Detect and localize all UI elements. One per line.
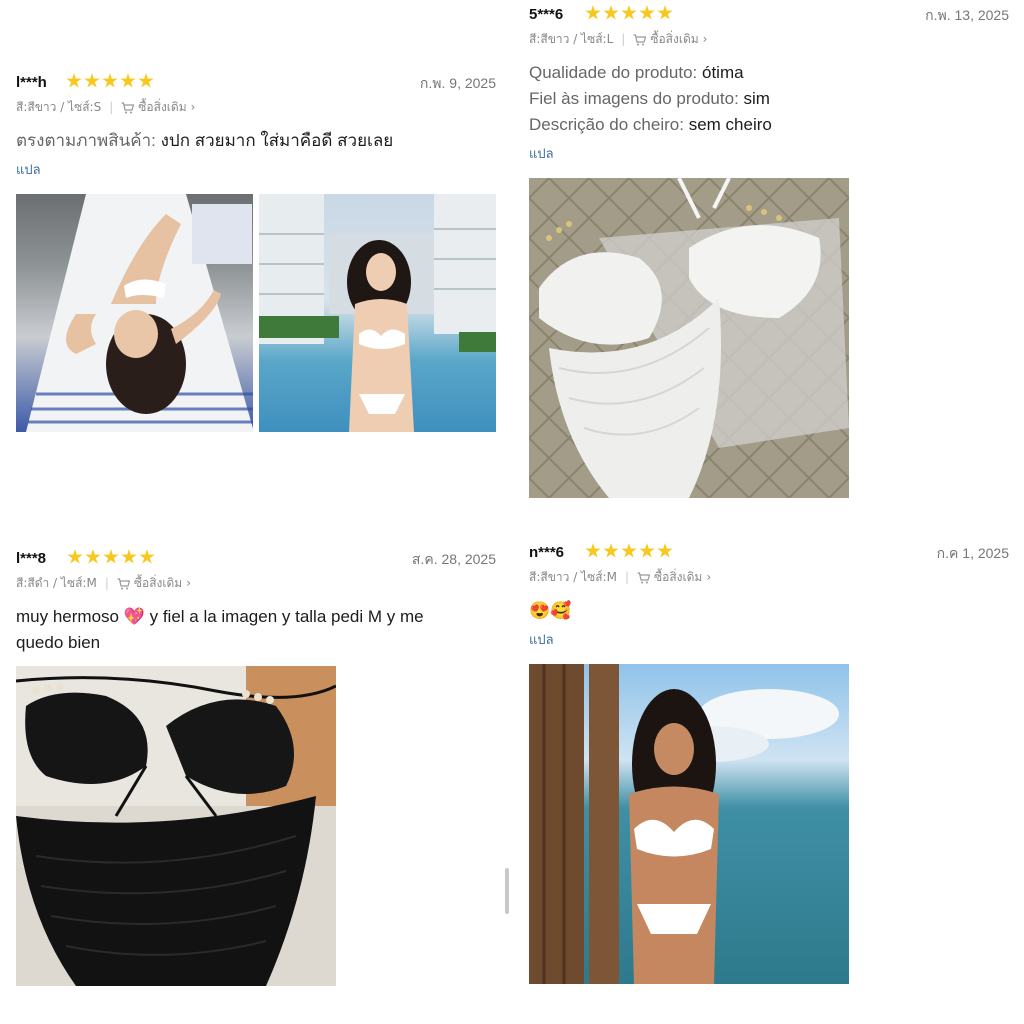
star-icon: [603, 5, 619, 20]
variant-info: สี:สีดำ / ไซส์:M | ซื้อสิ่งเดิม ›: [16, 574, 192, 592]
review-card: n***6 ก.ค 1, 2025 สี:สีขาว / ไซส์:M | ซื…: [529, 542, 1009, 984]
chevron-right-icon: ›: [190, 100, 196, 114]
star-icon: [103, 549, 119, 564]
review-line: Descrição do cheiro: sem cheiro: [529, 115, 772, 134]
reviewer-name: n***6: [529, 544, 565, 561]
divider: |: [624, 570, 629, 584]
review-photo[interactable]: [16, 194, 253, 432]
rating-stars: [585, 543, 673, 559]
buy-again-link[interactable]: ซื้อสิ่งเดิม ›: [117, 574, 191, 592]
divider: |: [621, 32, 626, 46]
review-photo[interactable]: [16, 666, 336, 986]
cart-icon: [633, 34, 647, 46]
variant-size: ไซส์:L: [581, 32, 614, 46]
translate-link[interactable]: แปล: [16, 162, 496, 180]
review-line: Qualidade do produto: ótima: [529, 63, 744, 82]
rating-stars: [66, 73, 154, 89]
star-icon: [66, 73, 82, 88]
buy-again-link[interactable]: ซื้อสิ่งเดิม ›: [633, 30, 707, 48]
review-photos: [529, 178, 1009, 498]
star-icon: [639, 543, 655, 558]
variant-info: สี:สีขาว / ไซส์:L | ซื้อสิ่งเดิม ›: [529, 30, 708, 48]
review-text: muy hermoso 💖 y fiel a la imagen y talla…: [16, 604, 496, 656]
variant-color: สี:สีขาว: [529, 32, 570, 46]
variant-size: ไซส์:M: [581, 570, 617, 584]
photo-sunbed-pool: [26, 194, 253, 432]
review-line: Fiel às imagens do produto: sim: [529, 89, 770, 108]
review-card: l***h ก.พ. 9, 2025 สี:สีขาว / ไซส์:S | ซ…: [16, 72, 496, 432]
review-photo[interactable]: [529, 664, 849, 984]
cart-icon: [117, 578, 130, 590]
divider: |: [104, 576, 109, 590]
variant-size: ไซส์:M: [60, 576, 97, 590]
reviewer-name: l***8: [16, 550, 47, 567]
divider: |: [109, 100, 114, 114]
cart-icon: [121, 102, 135, 114]
cart-icon: [637, 572, 650, 584]
review-photo[interactable]: [259, 194, 496, 432]
star-icon: [102, 73, 118, 88]
star-icon: [585, 5, 601, 20]
buy-again-link[interactable]: ซื้อสิ่งเดิม ›: [121, 98, 195, 116]
variant-color: สี:สีดำ: [16, 576, 50, 590]
review-date: ก.พ. 9, 2025: [419, 75, 496, 91]
review-text: ตรงตามภาพสินค้า: งปก สวยมาก ใส่มาคือดี ส…: [16, 128, 496, 154]
reviewer-name: l***h: [16, 74, 47, 91]
reviewer-name: 5***6: [529, 6, 564, 23]
rating-stars: [67, 549, 155, 565]
star-icon: [85, 549, 101, 564]
buy-again-label: ซื้อสิ่งเดิม: [650, 32, 699, 46]
star-icon: [84, 73, 100, 88]
review-photos: [16, 194, 496, 432]
star-icon: [603, 543, 619, 558]
review-card: 5***6 ก.พ. 13, 2025 สี:สีขาว / ไซส์:L | …: [529, 4, 1009, 498]
review-date: ก.พ. 13, 2025: [925, 7, 1009, 23]
review-photos: [529, 664, 1009, 984]
review-date: ส.ค. 28, 2025: [411, 551, 496, 567]
review-text: 😍🥰: [529, 601, 572, 620]
star-icon: [139, 549, 155, 564]
review-text: Qualidade do produto: ótima Fiel às imag…: [529, 60, 1009, 138]
photo-beach-model: [529, 664, 839, 984]
chevron-right-icon: ›: [186, 576, 192, 590]
star-icon: [639, 5, 655, 20]
star-icon: [67, 549, 83, 564]
buy-again-label: ซื้อสิ่งเดิม: [133, 576, 183, 590]
variant-color: สี:สีขาว: [529, 570, 570, 584]
chevron-right-icon: ›: [702, 32, 708, 46]
star-icon: [657, 543, 673, 558]
review-label: ตรงตามภาพสินค้า:: [16, 131, 156, 150]
scrollbar-thumb[interactable]: [505, 868, 509, 914]
review-photos: [16, 666, 496, 986]
photo-poolside: [259, 194, 496, 432]
review-photo[interactable]: [529, 178, 849, 498]
variant-color: สี:สีขาว: [16, 100, 57, 114]
review-value: งปก สวยมาก ใส่มาคือดี สวยเลย: [160, 131, 394, 150]
review-card: l***8 ส.ค. 28, 2025 สี:สีดำ / ไซส์:M | ซ…: [16, 548, 496, 986]
photo-black-bikini: [16, 666, 336, 986]
star-icon: [621, 543, 637, 558]
buy-again-link[interactable]: ซื้อสิ่งเดิม ›: [637, 568, 711, 586]
photo-white-bikini: [529, 178, 849, 498]
review-line: muy hermoso 💖 y fiel a la imagen y talla…: [16, 607, 424, 626]
variant-info: สี:สีขาว / ไซส์:M | ซื้อสิ่งเดิม ›: [529, 568, 712, 586]
star-icon: [138, 73, 154, 88]
translate-link[interactable]: แปล: [529, 632, 1009, 650]
rating-stars: [585, 5, 673, 21]
variant-info: สี:สีขาว / ไซส์:S | ซื้อสิ่งเดิม ›: [16, 98, 196, 116]
chevron-right-icon: ›: [706, 570, 712, 584]
star-icon: [120, 73, 136, 88]
translate-link[interactable]: แปล: [529, 146, 1009, 164]
variant-size: ไซส์:S: [68, 100, 102, 114]
buy-again-label: ซื้อสิ่งเดิม: [138, 100, 187, 114]
star-icon: [585, 543, 601, 558]
star-icon: [621, 5, 637, 20]
review-line: quedo bien: [16, 633, 101, 652]
buy-again-label: ซื้อสิ่งเดิม: [654, 570, 703, 584]
star-icon: [121, 549, 137, 564]
star-icon: [657, 5, 673, 20]
review-date: ก.ค 1, 2025: [936, 545, 1009, 561]
